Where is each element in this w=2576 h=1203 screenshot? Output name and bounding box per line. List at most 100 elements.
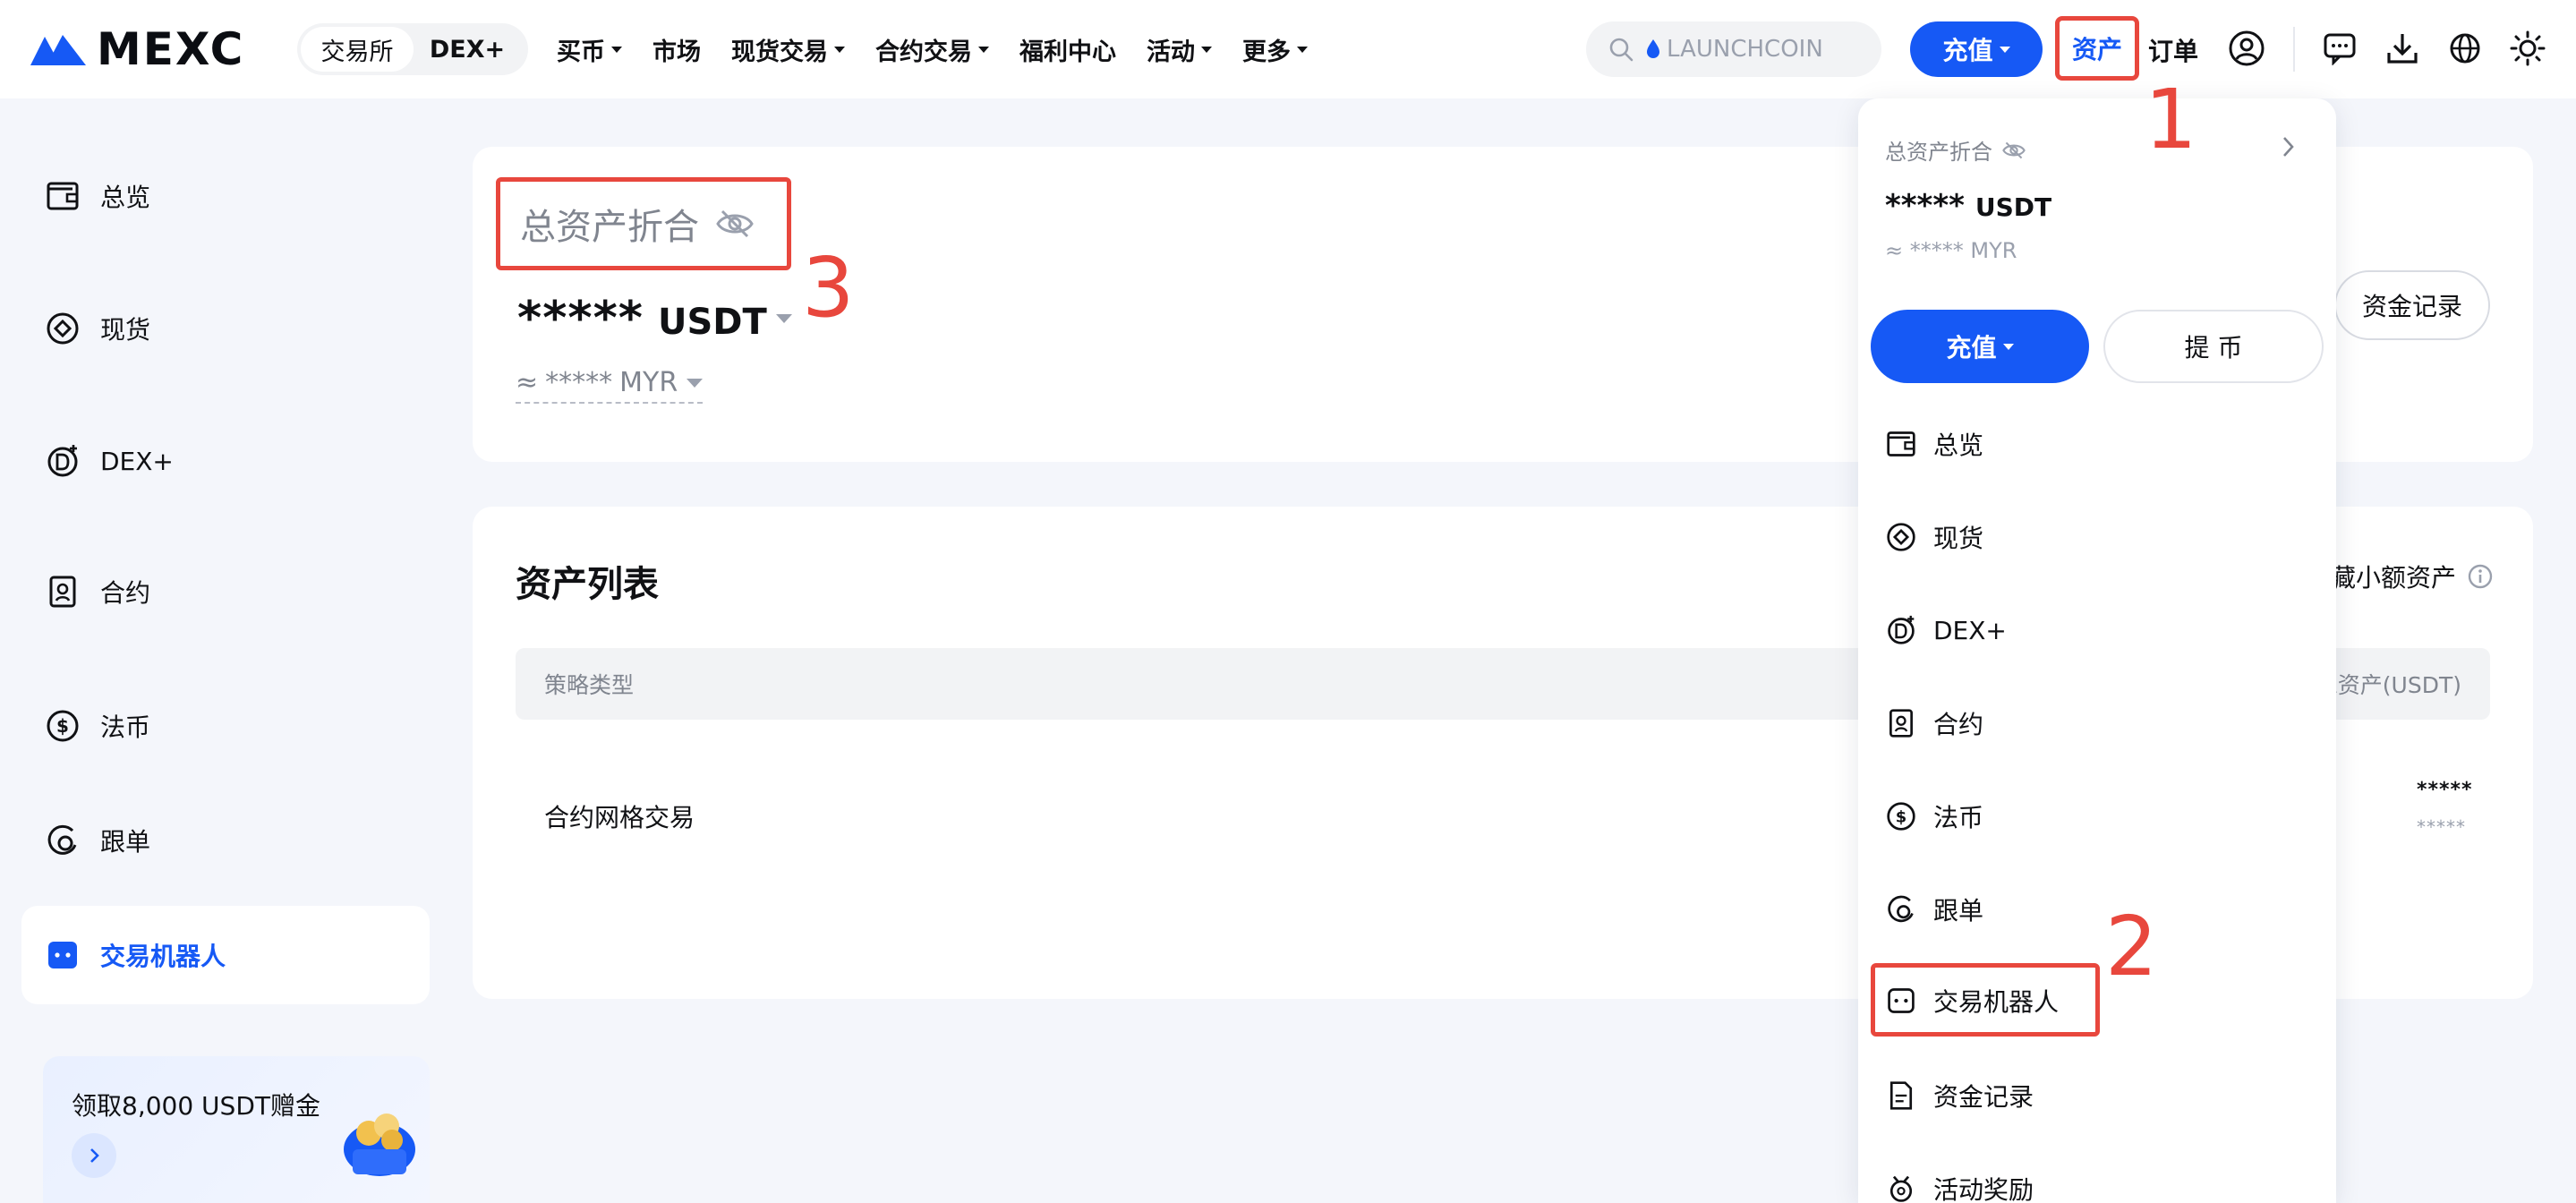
sidebar-item-trading-bot[interactable]: 交易机器人: [21, 906, 430, 1004]
nav-rewards-center[interactable]: 福利中心: [1019, 32, 1116, 67]
caret-down-icon: [2002, 343, 2014, 350]
fund-record-button[interactable]: 资金记录: [2334, 270, 2490, 340]
header-assets-link[interactable]: 资产: [2055, 16, 2139, 81]
caret-down-icon: [1201, 46, 1212, 53]
search-icon: [1609, 38, 1633, 62]
svg-text:$: $: [56, 715, 69, 737]
caret-down-icon: [1297, 46, 1308, 53]
sidebar-item-spot[interactable]: 现货: [21, 279, 430, 378]
dropdown-item-fund-record[interactable]: 资金记录: [1885, 1069, 2034, 1122]
sidebar-item-label: 总览: [100, 183, 151, 212]
sidebar-item-futures[interactable]: 合约: [21, 542, 430, 641]
caret-down-icon: [978, 46, 989, 53]
sidebar-item-dex[interactable]: DEX+: [21, 412, 430, 510]
dropdown-open-overview[interactable]: [2277, 134, 2299, 159]
annotation-number-2: 2: [2105, 899, 2158, 994]
approx-fiat-value[interactable]: ≈ ***** MYR: [516, 367, 704, 404]
dropdown-amount-unit: USDT: [1975, 192, 2052, 222]
dropdown-item-label: 法币: [1933, 803, 1984, 832]
header-orders-link[interactable]: 订单: [2148, 32, 2198, 68]
annotation-highlight-trading-bot: [1871, 963, 2100, 1037]
nav-markets[interactable]: 市场: [653, 32, 701, 67]
currency-dropdown-icon[interactable]: [775, 314, 792, 323]
copy-trade-icon: [45, 823, 81, 858]
sidebar-item-overview[interactable]: 总览: [21, 147, 430, 245]
dropdown-item-spot[interactable]: 现货: [1885, 510, 1983, 564]
table-row-value: *****: [2417, 779, 2473, 801]
chevron-right-icon: [90, 1148, 99, 1163]
caret-down-icon: [1999, 46, 2010, 53]
sidebar-item-label: 现货: [100, 315, 151, 345]
user-profile-icon[interactable]: [2227, 29, 2266, 68]
wallet-icon: [1885, 428, 1917, 460]
eye-hidden-icon[interactable]: [2001, 141, 2026, 160]
nav-label: 合约交易: [875, 38, 972, 66]
sidebar-item-copy-trade[interactable]: 跟单: [21, 791, 430, 890]
fiat-dropdown-icon[interactable]: [687, 378, 704, 388]
spot-icon: [1885, 521, 1917, 553]
info-icon[interactable]: [2467, 563, 2494, 590]
hide-small-label: 藏小额资产: [2331, 563, 2457, 593]
main-nav: 买币 市场 现货交易 合约交易 福利中心 活动 更多: [557, 0, 1338, 98]
nav-label: 市场: [653, 38, 701, 66]
dropdown-item-label: 活动奖励: [1933, 1175, 2034, 1203]
deposit-label: 充值: [1946, 333, 1997, 363]
dropdown-deposit-button[interactable]: 充值: [1871, 310, 2089, 383]
dropdown-withdraw-button[interactable]: 提 币: [2103, 310, 2324, 383]
dropdown-item-label: 资金记录: [1933, 1082, 2034, 1112]
caret-down-icon: [834, 46, 845, 53]
dropdown-item-dex[interactable]: DEX+: [1885, 603, 2007, 657]
mexc-logo[interactable]: MEXC: [29, 27, 244, 72]
tab-exchange[interactable]: 交易所: [301, 27, 414, 72]
svg-text:$: $: [1896, 807, 1906, 826]
deposit-label: 充值: [1942, 36, 1993, 65]
exchange-dex-switch: 交易所 DEX+: [297, 23, 528, 75]
nav-spot-trading[interactable]: 现货交易: [731, 32, 845, 67]
sidebar-item-label: DEX+: [100, 446, 174, 476]
dropdown-item-fiat[interactable]: $ 法币: [1885, 789, 1983, 843]
download-icon[interactable]: [2383, 29, 2422, 68]
total-assets-amount: ***** USDT: [517, 292, 792, 346]
tab-dex[interactable]: DEX+: [414, 27, 521, 72]
nav-label: 活动: [1147, 38, 1195, 66]
dropdown-amount-masked: *****: [1885, 188, 1965, 224]
sidebar-item-label: 跟单: [100, 827, 151, 857]
total-amount-unit: USDT: [657, 302, 767, 343]
nav-label: 更多: [1242, 38, 1291, 66]
approx-prefix: ≈: [516, 367, 539, 398]
table-row-strategy-name[interactable]: 合约网格交易: [544, 798, 695, 834]
nav-label: 现货交易: [731, 38, 828, 66]
sidebar-item-label: 交易机器人: [100, 942, 226, 971]
nav-buy-crypto[interactable]: 买币: [557, 32, 622, 67]
logo-text: MEXC: [97, 23, 245, 75]
copy-trade-icon: [1885, 893, 1917, 926]
wallet-icon: [45, 178, 81, 214]
dropdown-total-amount: ***** USDT: [1885, 188, 2051, 224]
nav-events[interactable]: 活动: [1147, 32, 1212, 67]
nav-futures-trading[interactable]: 合约交易: [875, 32, 989, 67]
total-amount-masked: *****: [517, 292, 644, 346]
globe-icon[interactable]: [2445, 29, 2485, 68]
mexc-logo-icon: [30, 35, 86, 65]
eye-hidden-icon[interactable]: [715, 208, 755, 240]
theme-toggle-icon[interactable]: [2508, 29, 2547, 68]
column-strategy-type: 策略类型: [544, 672, 635, 698]
hide-small-assets-toggle[interactable]: 藏小额资产: [2331, 559, 2494, 594]
dropdown-item-label: 现货: [1933, 524, 1984, 553]
sidebar-item-fiat[interactable]: $ 法币: [21, 677, 430, 775]
search-input[interactable]: [1667, 36, 1881, 63]
dropdown-item-overview[interactable]: 总览: [1885, 417, 1983, 471]
message-icon[interactable]: [2320, 29, 2359, 68]
dropdown-item-futures[interactable]: 合约: [1885, 696, 1983, 750]
header-deposit-button[interactable]: 充值: [1910, 21, 2043, 77]
dollar-icon: $: [45, 708, 81, 744]
treasure-chest-icon: [344, 1113, 415, 1176]
asset-list-title: 资产列表: [516, 564, 659, 605]
promo-arrow-button[interactable]: [72, 1133, 116, 1178]
sidebar-item-label: 法币: [100, 712, 151, 742]
dropdown-item-event-rewards[interactable]: 活动奖励: [1885, 1162, 2034, 1203]
dropdown-item-copy-trade[interactable]: 跟单: [1885, 883, 1983, 936]
search-box[interactable]: [1586, 21, 1881, 77]
nav-more[interactable]: 更多: [1242, 32, 1308, 67]
bonus-promo-card[interactable]: 领取8,000 USDT赠金: [43, 1056, 430, 1203]
